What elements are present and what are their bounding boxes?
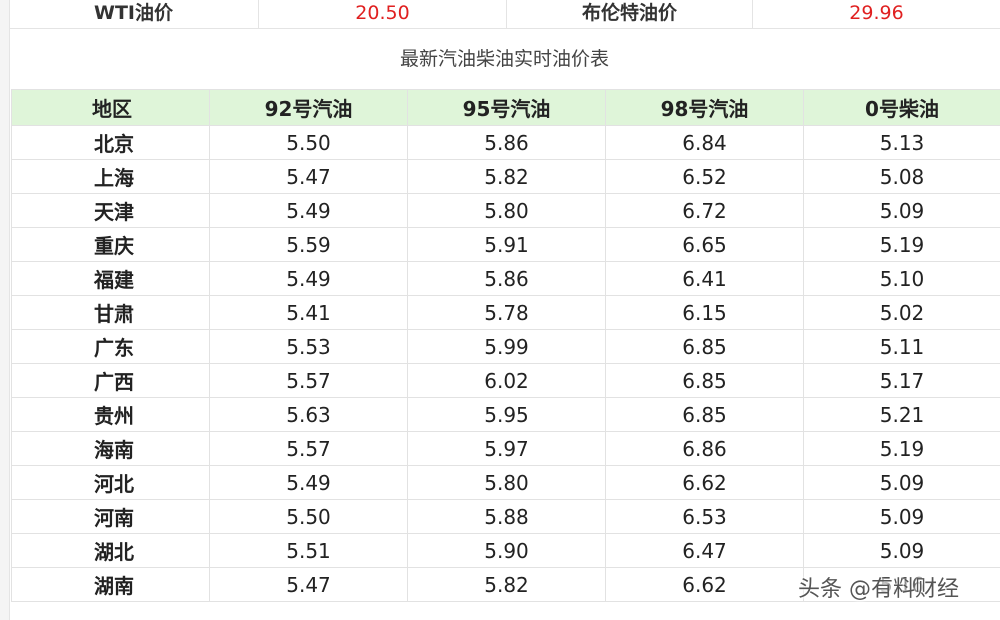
cell-price-92: 5.57: [209, 431, 408, 466]
cell-price-95: 5.82: [407, 159, 606, 194]
cell-price-98: 6.84: [605, 125, 804, 160]
cell-price-95: 5.95: [407, 397, 606, 432]
table-row: 海南 5.57 5.97 6.86 5.19: [11, 431, 1000, 466]
cell-price-95: 5.82: [407, 567, 606, 602]
table-row: 湖北 5.51 5.90 6.47 5.09: [11, 533, 1000, 568]
cell-price-92: 5.49: [209, 193, 408, 228]
table-row: 天津 5.49 5.80 6.72 5.09: [11, 193, 1000, 228]
left-gutter: [0, 0, 10, 620]
header-diesel: 0号柴油: [803, 89, 1000, 126]
cell-price-diesel: 5.19: [803, 431, 1000, 466]
cell-price-98: 6.53: [605, 499, 804, 534]
table-row: 贵州 5.63 5.95 6.85 5.21: [11, 397, 1000, 432]
cell-price-98: 6.85: [605, 363, 804, 398]
cell-price-98: 6.85: [605, 397, 804, 432]
cell-price-98: 6.41: [605, 261, 804, 296]
cell-price-92: 5.63: [209, 397, 408, 432]
header-98: 98号汽油: [605, 89, 804, 126]
cell-price-diesel: 5.11: [803, 329, 1000, 364]
brent-value: 29.96: [849, 2, 904, 24]
header-92: 92号汽油: [209, 89, 408, 126]
table-row: 福建 5.49 5.86 6.41 5.10: [11, 261, 1000, 296]
cell-price-98: 6.15: [605, 295, 804, 330]
table-row: 广西 5.57 6.02 6.85 5.17: [11, 363, 1000, 398]
table-row: 上海 5.47 5.82 6.52 5.08: [11, 159, 1000, 194]
crude-oil-price-row: WTI油价 20.50 布伦特油价 29.96: [9, 0, 1000, 29]
cell-price-95: 5.97: [407, 431, 606, 466]
cell-price-diesel: 5.09: [803, 465, 1000, 500]
cell-price-92: 5.51: [209, 533, 408, 568]
cell-price-92: 5.41: [209, 295, 408, 330]
cell-price-diesel: 5.19: [803, 227, 1000, 262]
table-row: 甘肃 5.41 5.78 6.15 5.02: [11, 295, 1000, 330]
cell-price-92: 5.50: [209, 499, 408, 534]
cell-region: 天津: [11, 193, 210, 228]
cell-price-92: 5.53: [209, 329, 408, 364]
cell-price-95: 5.90: [407, 533, 606, 568]
cell-price-98: 6.62: [605, 567, 804, 602]
cell-price-95: 5.88: [407, 499, 606, 534]
cell-price-95: 5.99: [407, 329, 606, 364]
cell-price-diesel: 5.08: [803, 159, 1000, 194]
wti-value: 20.50: [259, 0, 507, 28]
cell-price-98: 6.85: [605, 329, 804, 364]
cell-price-diesel: 5.10: [803, 261, 1000, 296]
cell-price-diesel: 5.09: [803, 193, 1000, 228]
cell-price-diesel: 5.09: [803, 499, 1000, 534]
cell-region: 福建: [11, 261, 210, 296]
cell-price-92: 5.47: [209, 159, 408, 194]
cell-price-95: 5.80: [407, 193, 606, 228]
cell-price-95: 5.80: [407, 465, 606, 500]
cell-price-95: 5.86: [407, 261, 606, 296]
cell-region: 湖北: [11, 533, 210, 568]
cell-region: 河北: [11, 465, 210, 500]
cell-price-92: 5.49: [209, 261, 408, 296]
cell-price-95: 5.86: [407, 125, 606, 160]
table-caption: 最新汽油柴油实时油价表: [399, 48, 609, 70]
header-95: 95号汽油: [407, 89, 606, 126]
cell-price-92: 5.59: [209, 227, 408, 262]
cell-price-98: 6.72: [605, 193, 804, 228]
cell-region: 重庆: [11, 227, 210, 262]
cell-price-92: 5.47: [209, 567, 408, 602]
table-row: 北京 5.50 5.86 6.84 5.13: [11, 125, 1000, 160]
cell-price-diesel: 5.02: [803, 295, 1000, 330]
cell-price-95: 5.78: [407, 295, 606, 330]
cell-region: 北京: [11, 125, 210, 160]
table-row: 广东 5.53 5.99 6.85 5.11: [11, 329, 1000, 364]
cell-region: 湖南: [11, 567, 210, 602]
cell-region: 海南: [11, 431, 210, 466]
cell-region: 甘肃: [11, 295, 210, 330]
cell-price-diesel: 5.17: [803, 363, 1000, 398]
cell-region: 河南: [11, 499, 210, 534]
table-header-row: 地区 92号汽油 95号汽油 98号汽油 0号柴油: [11, 89, 1000, 126]
cell-price-diesel: 5.09: [803, 533, 1000, 568]
cell-price-95: 5.91: [407, 227, 606, 262]
table-row: 重庆 5.59 5.91 6.65 5.19: [11, 227, 1000, 262]
cell-region: 广东: [11, 329, 210, 364]
cell-price-95: 6.02: [407, 363, 606, 398]
cell-price-98: 6.65: [605, 227, 804, 262]
cell-price-92: 5.49: [209, 465, 408, 500]
cell-region: 上海: [11, 159, 210, 194]
cell-price-98: 6.86: [605, 431, 804, 466]
cell-price-diesel: 5.21: [803, 397, 1000, 432]
cell-region: 贵州: [11, 397, 210, 432]
wti-label: WTI油价: [9, 0, 259, 28]
brent-label: 布伦特油价: [507, 0, 753, 28]
cell-price-98: 6.47: [605, 533, 804, 568]
cell-price-92: 5.57: [209, 363, 408, 398]
table-row: 河南 5.50 5.88 6.53 5.09: [11, 499, 1000, 534]
cell-price-diesel: 5.13: [803, 125, 1000, 160]
cell-price-98: 6.52: [605, 159, 804, 194]
cell-region: 广西: [11, 363, 210, 398]
header-region: 地区: [11, 89, 210, 126]
watermark: 头条 @有料财经: [798, 577, 959, 602]
fuel-price-table: 地区 92号汽油 95号汽油 98号汽油 0号柴油 北京 5.50 5.86 6.84…: [11, 89, 1000, 602]
cell-price-98: 6.62: [605, 465, 804, 500]
cell-price-92: 5.50: [209, 125, 408, 160]
table-row: 河北 5.49 5.80 6.62 5.09: [11, 465, 1000, 500]
